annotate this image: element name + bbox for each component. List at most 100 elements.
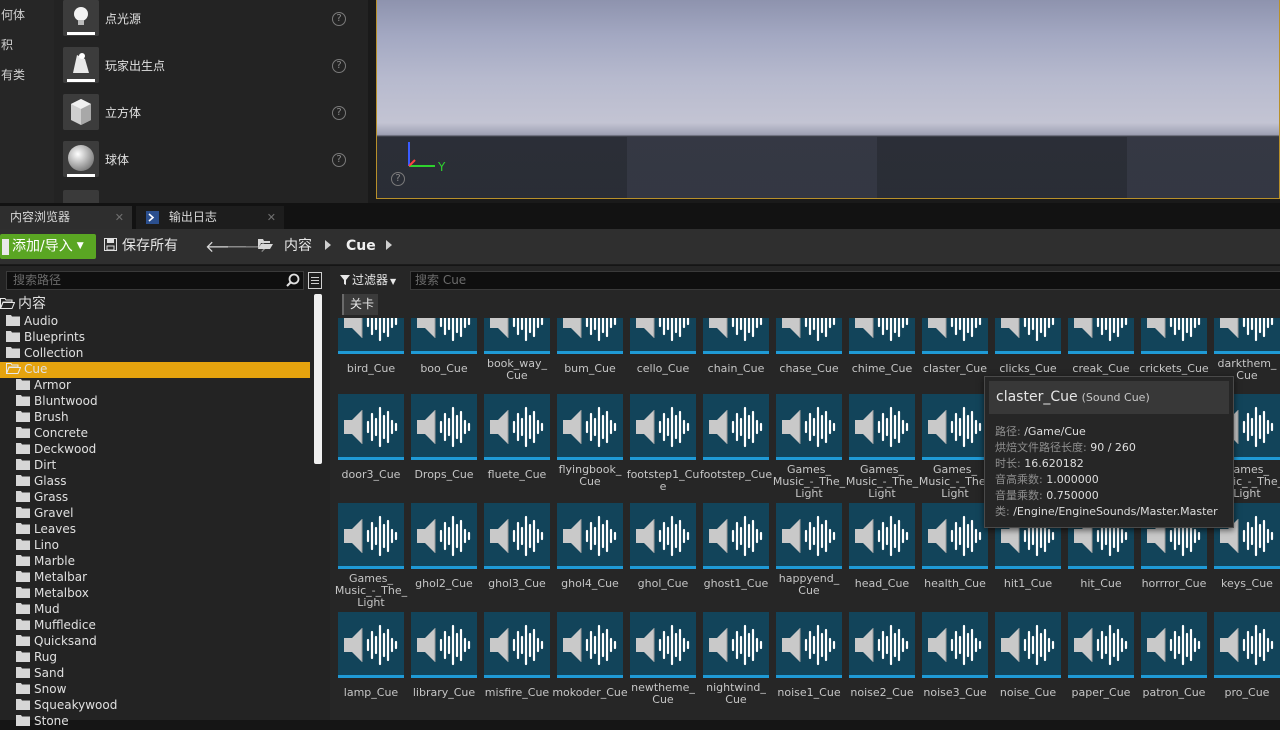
folder-icon [16, 394, 30, 406]
sound-cue-icon [484, 318, 550, 354]
category-item[interactable]: 何体 [0, 4, 25, 26]
tree-folder[interactable]: Squeakywood [16, 697, 117, 713]
folder-icon [16, 474, 30, 486]
viewport-help-icon[interactable]: ? [391, 172, 405, 186]
tree-folder[interactable]: Bluntwood [16, 393, 98, 409]
search-icon[interactable] [286, 273, 300, 287]
tree-folder[interactable]: Mud [16, 601, 60, 617]
place-item-point-light[interactable]: 点光源 ? [54, 0, 354, 47]
sphere-icon [63, 141, 99, 177]
tab-content-browser[interactable]: 内容浏览器 ✕ [0, 206, 132, 229]
tree-folder-label: Sand [34, 666, 65, 680]
cube-icon [63, 94, 99, 130]
asset-tile-label: noise3_Cue [923, 686, 987, 699]
tree-folder[interactable]: Muffledice [16, 617, 96, 633]
tree-folder-label: Squeakywood [34, 698, 118, 712]
tab-output-log[interactable]: 输出日志 ✕ [136, 206, 284, 229]
category-item[interactable]: 积 [0, 34, 13, 56]
tree-folder[interactable]: Armor [16, 377, 71, 393]
breadcrumb-separator-icon[interactable] [386, 240, 392, 250]
tree-folder[interactable]: Metalbox [16, 585, 89, 601]
category-item[interactable]: 有类 [0, 64, 25, 86]
place-item-sphere[interactable]: 球体 ? [54, 141, 354, 188]
asset-tile-label: patron_Cue [1142, 686, 1206, 699]
tree-folder[interactable]: Glass [16, 473, 67, 489]
asset-tile-label: claster_Cue [922, 362, 988, 375]
tooltip-property-key: 类: [995, 505, 1014, 518]
folder-icon [16, 522, 30, 534]
close-icon[interactable]: ✕ [115, 206, 124, 229]
tooltip-property-key: 时长: [995, 457, 1025, 470]
tree-folder[interactable]: Cue [5, 361, 47, 377]
asset-tile-label: crickets_Cue [1139, 362, 1209, 375]
tree-folder[interactable]: Audio [6, 313, 58, 329]
tree-folder-label: Lino [34, 538, 59, 552]
tree-folder[interactable]: Grass [16, 489, 68, 505]
tree-folder[interactable]: Dirt [16, 457, 56, 473]
tooltip-property-value: 90 / 260 [1090, 441, 1136, 454]
folder-icon [6, 346, 20, 358]
help-icon[interactable]: ? [332, 153, 346, 167]
breadcrumb-separator-icon[interactable] [325, 240, 331, 250]
tree-scrollbar[interactable] [314, 294, 322, 464]
asset-tile-label: noise1_Cue [777, 686, 841, 699]
view-options-icon[interactable] [308, 272, 322, 289]
filter-button[interactable]: 过滤器 ▼ [340, 271, 396, 290]
sound-cue-icon [849, 503, 915, 569]
tree-folder-label: Glass [34, 474, 67, 488]
tree-folder[interactable]: Collection [6, 345, 83, 361]
close-icon[interactable]: ✕ [267, 206, 276, 229]
tree-folder[interactable]: Sand [16, 665, 64, 681]
tree-folder[interactable]: Marble [16, 553, 75, 569]
tree-folder[interactable]: Concrete [16, 425, 88, 441]
place-item-player-start[interactable]: 玩家出生点 ? [54, 47, 354, 94]
breadcrumb-root[interactable]: 内容 [284, 234, 312, 259]
asset-search-input[interactable]: 搜索 Cue [410, 271, 1280, 290]
tree-folder[interactable]: Metalbar [16, 569, 87, 585]
tree-folder[interactable]: Stone [16, 713, 69, 729]
tree-folder[interactable]: Gravel [16, 505, 73, 521]
asset-tile-label: hit1_Cue [1003, 577, 1053, 590]
tree-folder[interactable]: Blueprints [6, 329, 85, 345]
sound-cue-icon [849, 394, 915, 460]
tree-root[interactable]: 内容 [0, 296, 46, 312]
axis-label-y: Y [438, 160, 446, 174]
folder-icon [16, 586, 30, 598]
help-icon[interactable]: ? [332, 12, 346, 26]
tree-folder[interactable]: Deckwood [16, 441, 96, 457]
asset-tile-label: fluete_Cue [487, 468, 547, 481]
breadcrumb-current[interactable]: Cue [346, 234, 376, 259]
tooltip-property: 类: /Engine/EngineSounds/Master.Master [995, 503, 1218, 519]
sound-cue-icon [1068, 318, 1134, 354]
tree-folder[interactable]: Snow [16, 681, 66, 697]
folder-icon [16, 538, 30, 550]
place-item-cube[interactable]: 立方体 ? [54, 94, 354, 141]
viewport-floor [377, 137, 1279, 198]
tree-folder[interactable]: Quicksand [16, 633, 97, 649]
sound-cue-icon [557, 612, 623, 678]
tab-label: 内容浏览器 [10, 210, 71, 224]
folder-icon [16, 554, 30, 566]
tree-folder[interactable]: Rug [16, 649, 57, 665]
folder-open-icon [5, 362, 22, 374]
place-actor-list: 点光源 ? 玩家出生点 ? 立方体 ? 球体 ? [54, 0, 368, 203]
path-search-input[interactable]: 搜索路径 [6, 271, 304, 290]
asset-tile-label: bird_Cue [346, 362, 396, 375]
tree-folder-label: Marble [34, 554, 75, 568]
help-icon[interactable]: ? [332, 106, 346, 120]
help-icon[interactable]: ? [332, 59, 346, 73]
filter-chip-level[interactable]: 关卡 [342, 294, 378, 315]
add-import-button[interactable]: 添加/导入 ▼ [0, 234, 96, 259]
tooltip-property: 路径: /Game/Cue [995, 423, 1086, 439]
asset-tile-label: pro_Cue [1224, 686, 1270, 699]
asset-tile-label: chime_Cue [851, 362, 913, 375]
folder-icon [16, 458, 30, 470]
level-viewport[interactable]: Y ? [376, 0, 1280, 199]
tree-folder[interactable]: Brush [16, 409, 69, 425]
asset-tile-label: boo_Cue [420, 362, 468, 375]
tree-folder[interactable]: Lino [16, 537, 59, 553]
folder-open-icon[interactable] [257, 237, 273, 250]
sound-cue-icon [411, 318, 477, 354]
tree-folder[interactable]: Leaves [16, 521, 76, 537]
save-all-button[interactable]: 保存所有 [104, 234, 178, 259]
